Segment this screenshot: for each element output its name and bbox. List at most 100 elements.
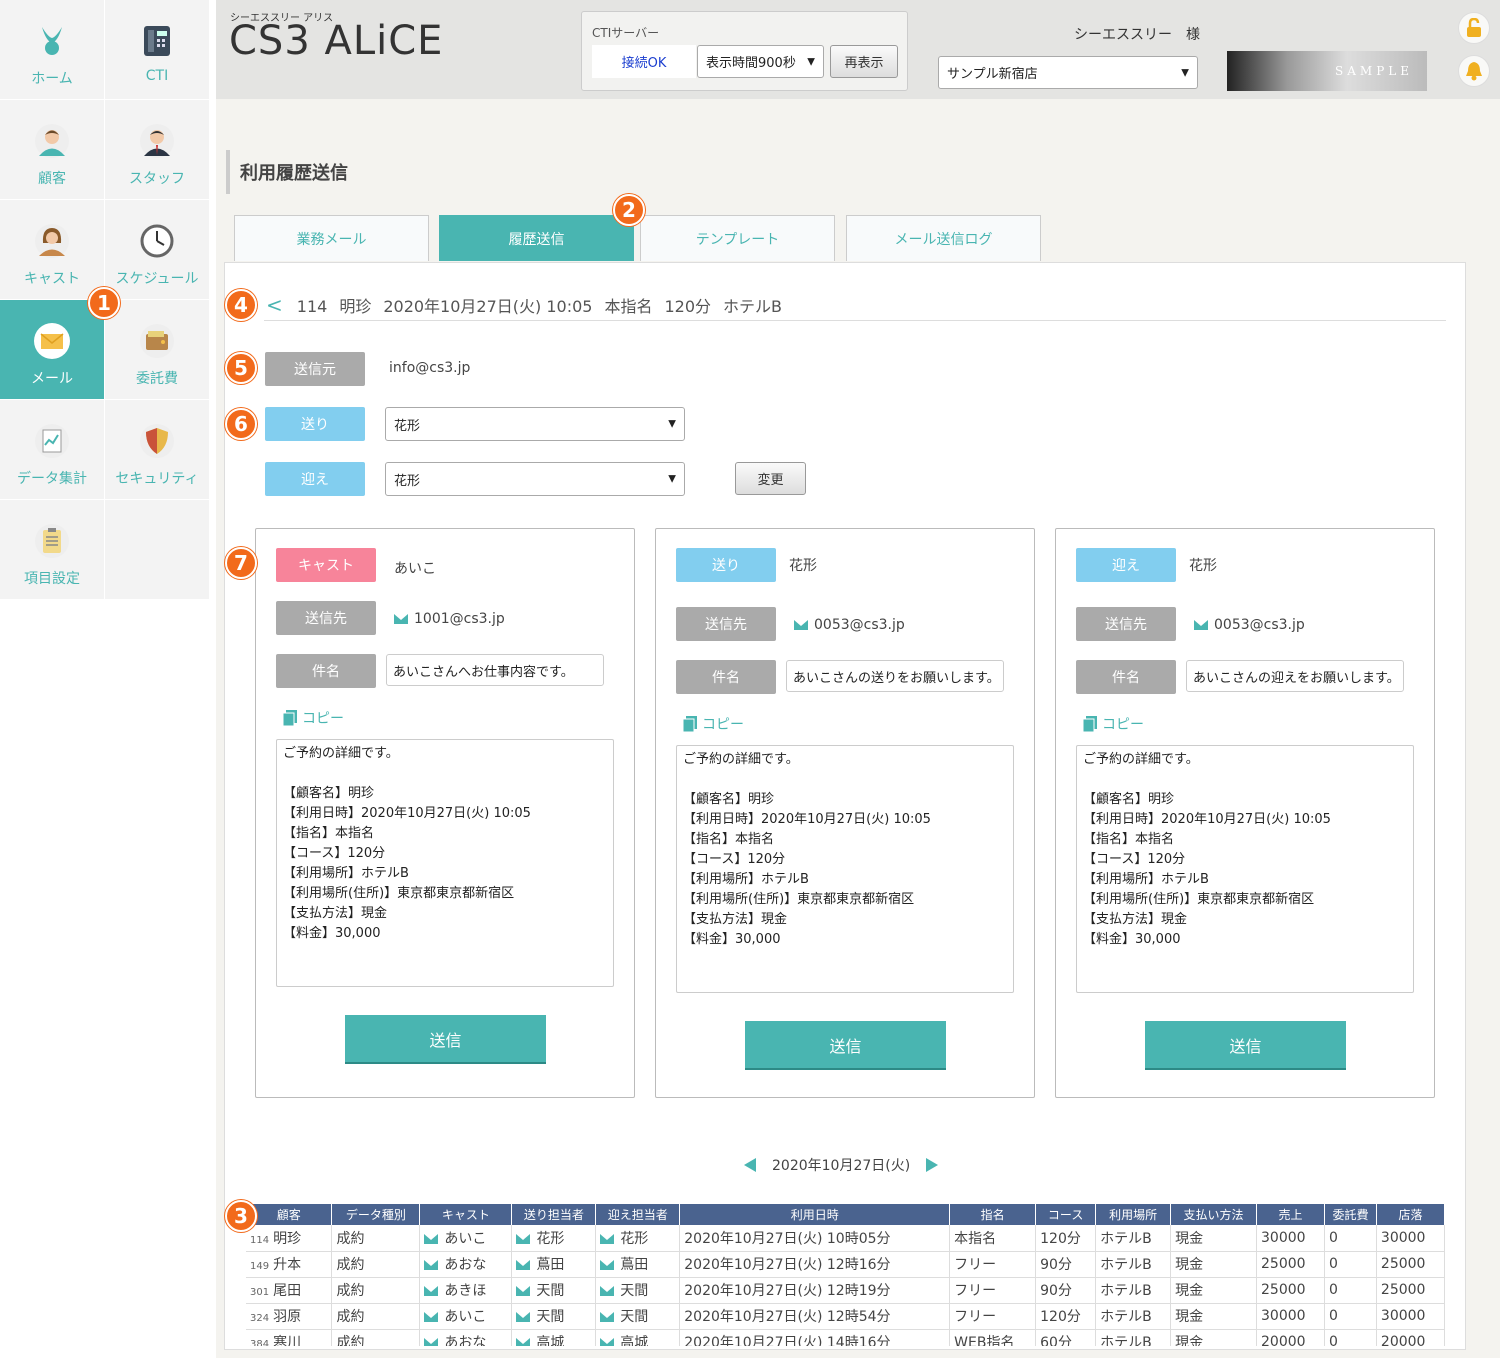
redisplay-button[interactable]: 再表示 <box>830 45 898 78</box>
column-header[interactable]: 迎え担当者 <box>595 1204 681 1225</box>
table-row[interactable]: 149 升本 成約 あおな 蔦田 蔦田 2020年10月27日(火) 12時16分 フリー 90… <box>246 1251 1445 1278</box>
table-row[interactable]: 324 羽原 成約 あいこ 天間 天間 2020年10月27日(火) 12時54分 フリー 12… <box>246 1303 1445 1330</box>
send-button[interactable]: 送信 <box>1145 1021 1346 1068</box>
cell-value: 現金 <box>1175 1335 1204 1346</box>
display-time-select[interactable]: 表示時間900秒 ▼ <box>697 45 824 78</box>
cell-value: ホテルB <box>1100 1283 1152 1299</box>
cell-place: ホテルB <box>1095 1225 1172 1252</box>
copy-icon <box>282 710 297 727</box>
sidebar-item-mail[interactable]: メール <box>0 300 104 399</box>
customer-name: 尾田 <box>273 1283 302 1299</box>
copy-icon <box>1082 716 1097 733</box>
sidebar-item-label: ホーム <box>31 71 73 87</box>
next-date-arrow-icon[interactable] <box>926 1158 939 1172</box>
cell-dt: 2020年10月27日(火) 12時16分 <box>679 1251 951 1278</box>
cell-nom: 本指名 <box>949 1225 1037 1252</box>
copy-button[interactable]: コピー <box>682 714 744 734</box>
cell-value: 花形 <box>536 1230 565 1247</box>
notification-button[interactable] <box>1458 55 1490 87</box>
reservation-number: 114 <box>296 297 328 316</box>
column-header[interactable]: 支払い方法 <box>1170 1204 1258 1225</box>
cell-cast: あおな <box>419 1329 513 1346</box>
copy-button[interactable]: コピー <box>1082 714 1144 734</box>
tab-mail-log[interactable]: メール送信ログ <box>846 215 1041 261</box>
cell-pick: 蔦田 <box>595 1251 681 1278</box>
mail-icon[interactable] <box>424 1338 439 1346</box>
change-button[interactable]: 変更 <box>735 462 806 495</box>
sender-value: info@cs3.jp <box>389 360 471 376</box>
column-header[interactable]: 指名 <box>949 1204 1037 1225</box>
mail-icon[interactable] <box>600 1312 615 1322</box>
unlock-button[interactable] <box>1458 12 1490 44</box>
cell-nom: WEB指名 <box>949 1329 1037 1346</box>
cell-fee: 0 <box>1324 1329 1377 1346</box>
column-header[interactable]: コース <box>1035 1204 1097 1225</box>
mail-icon[interactable] <box>424 1233 439 1244</box>
mail-icon[interactable] <box>424 1260 439 1270</box>
column-header[interactable]: 利用場所 <box>1095 1204 1172 1225</box>
card-body-textarea[interactable]: ご予約の詳細です。 【顧客名】明珍 【利用日時】2020年10月27日(火) 1… <box>676 745 1014 993</box>
sidebar-item-items[interactable]: 項目設定 <box>0 500 104 599</box>
cell-value: 25000 <box>1261 1256 1306 1272</box>
sidebar-item-label: 委託費 <box>136 371 178 387</box>
cell-value: 花形 <box>620 1230 649 1247</box>
reservation-course: 120分 <box>664 297 712 316</box>
column-header[interactable]: 利用日時 <box>679 1204 951 1225</box>
card-body-textarea[interactable]: ご予約の詳細です。 【顧客名】明珍 【利用日時】2020年10月27日(火) 1… <box>1076 745 1414 993</box>
sidebar-item-data[interactable]: データ集計 <box>0 400 104 499</box>
mail-icon[interactable] <box>424 1312 439 1322</box>
store-logo-text: SAMPLE <box>1335 64 1413 78</box>
card-body-textarea[interactable]: ご予約の詳細です。 【顧客名】明珍 【利用日時】2020年10月27日(火) 1… <box>276 739 614 987</box>
card-subject-input[interactable]: あいこさんの迎えをお願いします。 <box>1186 660 1404 692</box>
card-subject-input[interactable]: あいこさんの送りをお願いします。 <box>786 660 1004 692</box>
sidebar-item-cti[interactable]: CTI <box>105 0 209 99</box>
back-chevron-icon[interactable]: < <box>266 293 283 317</box>
send-button[interactable]: 送信 <box>745 1021 946 1068</box>
cell-value: 現金 <box>1175 1283 1204 1299</box>
column-header[interactable]: 売上 <box>1256 1204 1325 1225</box>
sidebar-item-home[interactable]: ホーム <box>0 0 104 99</box>
column-header[interactable]: 顧客 <box>246 1204 333 1225</box>
sidebar-item-staff[interactable]: スタッフ <box>105 100 209 199</box>
store-value: サンプル新宿店 <box>947 67 1038 82</box>
mail-icon[interactable] <box>516 1286 531 1296</box>
table-row[interactable]: 384 寒川 成約 あおな 高城 高城 2020年10月27日(火) 14時16分 WEB指名… <box>246 1329 1445 1346</box>
sidebar-item-label: スタッフ <box>129 171 185 187</box>
prev-date-arrow-icon[interactable] <box>744 1158 756 1172</box>
table-row[interactable]: 301 尾田 成約 あきほ 天間 天間 2020年10月27日(火) 12時19分 フリー 90… <box>246 1277 1445 1304</box>
tab-business-mail[interactable]: 業務メール <box>234 215 429 261</box>
cell-value: 天間 <box>536 1283 565 1299</box>
mail-icon[interactable] <box>516 1338 531 1346</box>
cell-fee: 0 <box>1324 1303 1377 1330</box>
mail-icon[interactable] <box>600 1286 615 1296</box>
pick-driver-select[interactable]: 花形 ▼ <box>385 462 685 496</box>
tab-template[interactable]: テンプレート <box>640 215 835 261</box>
mail-icon[interactable] <box>516 1233 531 1244</box>
column-header[interactable]: 委託費 <box>1324 1204 1377 1225</box>
send-button[interactable]: 送信 <box>345 1015 546 1062</box>
mail-icon[interactable] <box>516 1312 531 1322</box>
mail-icon[interactable] <box>600 1260 615 1270</box>
column-header[interactable]: 店落 <box>1376 1204 1445 1225</box>
card-subject-input[interactable]: あいこさんへお仕事内容です。 <box>386 654 604 686</box>
mail-icon[interactable] <box>424 1286 439 1296</box>
sidebar-item-commission[interactable]: 委託費 <box>105 300 209 399</box>
column-header[interactable]: キャスト <box>419 1204 513 1225</box>
mail-icon[interactable] <box>600 1338 615 1346</box>
copy-button[interactable]: コピー <box>282 708 344 728</box>
sidebar-item-schedule[interactable]: スケジュール <box>105 200 209 299</box>
table-row[interactable]: 114 明珍 成約 あいこ 花形 花形 2020年10月27日(火) 10時05分 本指名 12… <box>246 1225 1445 1252</box>
cell-store: 30000 <box>1376 1225 1445 1252</box>
mail-icon[interactable] <box>600 1233 615 1244</box>
pick-driver-value: 花形 <box>394 473 421 489</box>
sidebar-item-customer[interactable]: 顧客 <box>0 100 104 199</box>
sidebar-item-security[interactable]: セキュリティ <box>105 400 209 499</box>
send-driver-select[interactable]: 花形 ▼ <box>385 407 685 441</box>
store-select[interactable]: サンプル新宿店 ▼ <box>938 56 1198 89</box>
column-header[interactable]: データ種別 <box>331 1204 421 1225</box>
sidebar-item-cast[interactable]: キャスト <box>0 200 104 299</box>
cell-course: 120分 <box>1035 1225 1097 1252</box>
tab-history-send[interactable]: 履歴送信 <box>439 215 634 261</box>
mail-icon[interactable] <box>516 1260 531 1270</box>
column-header[interactable]: 送り担当者 <box>511 1204 597 1225</box>
